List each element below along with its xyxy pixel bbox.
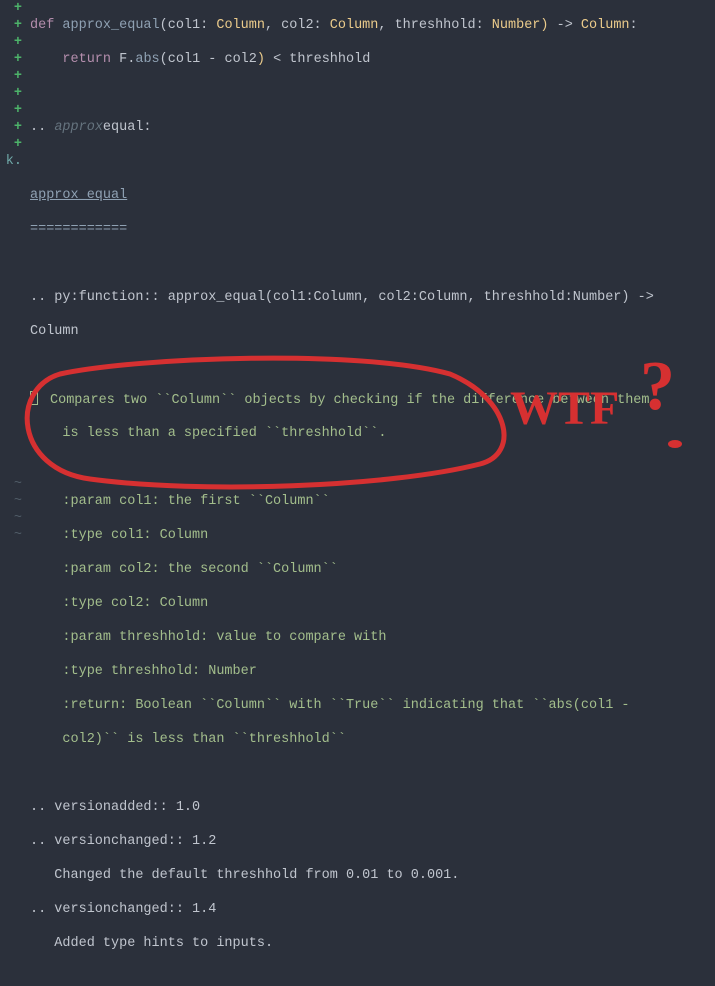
gutter-sign: + xyxy=(0,102,22,119)
gutter-tilde: ~ xyxy=(0,510,22,527)
code-line: .. versionchanged:: 1.2 xyxy=(30,833,715,850)
code-line: col2)`` is less than ``threshhold`` xyxy=(30,731,715,748)
gutter-sign: + xyxy=(0,119,22,136)
gutter-sign: + xyxy=(0,51,22,68)
code-line: :param col2: the second ``Column`` xyxy=(30,561,715,578)
editor-pane[interactable]: + + + + + + + + + k. ~ ~ ~ ~ def approx_… xyxy=(0,0,715,549)
gutter-tilde: ~ xyxy=(0,527,22,544)
gutter-sign: + xyxy=(0,0,22,17)
gutter-sign: + xyxy=(0,34,22,51)
gutter-tilde: ~ xyxy=(0,476,22,493)
code-line: .. approxequal: xyxy=(30,119,715,136)
code-line: :param col1: the first ``Column`` xyxy=(30,493,715,510)
gutter-sign: + xyxy=(0,68,22,85)
code-line: :param threshhold: value to compare with xyxy=(30,629,715,646)
gutter-sign: + xyxy=(0,17,22,34)
code-line: return F.abs(col1 - col2) < threshhold xyxy=(30,51,715,68)
code-line: def approx_equal(col1: Column, col2: Col… xyxy=(30,17,715,34)
code-line: :type col1: Column xyxy=(30,527,715,544)
gutter-tilde: ~ xyxy=(0,493,22,510)
code-line: is less than a specified ``threshhold``. xyxy=(30,425,715,442)
gutter-sign: + xyxy=(0,136,22,153)
code-line: ============ xyxy=(30,221,715,238)
gutter-mark: k. xyxy=(0,153,22,170)
code-line: :return: Boolean ``Column`` with ``True`… xyxy=(30,697,715,714)
code-line: .. versionchanged:: 1.4 xyxy=(30,901,715,918)
gutter-sign: + xyxy=(0,85,22,102)
code-line: :type col2: Column xyxy=(30,595,715,612)
cursor xyxy=(30,391,38,405)
code-line: Compares two ``Column`` objects by check… xyxy=(30,391,715,408)
code-line: :type threshhold: Number xyxy=(30,663,715,680)
code-line: Column xyxy=(30,323,715,340)
code-line: .. py:function:: approx_equal(col1:Colum… xyxy=(30,289,715,306)
gutter: + + + + + + + + + k. ~ ~ ~ ~ xyxy=(0,0,26,549)
code-line: approx_equal xyxy=(30,187,715,204)
code-line: Added type hints to inputs. xyxy=(30,935,715,952)
code-line: .. versionadded:: 1.0 xyxy=(30,799,715,816)
code-area[interactable]: def approx_equal(col1: Column, col2: Col… xyxy=(26,0,715,549)
code-line: Changed the default threshhold from 0.01… xyxy=(30,867,715,884)
